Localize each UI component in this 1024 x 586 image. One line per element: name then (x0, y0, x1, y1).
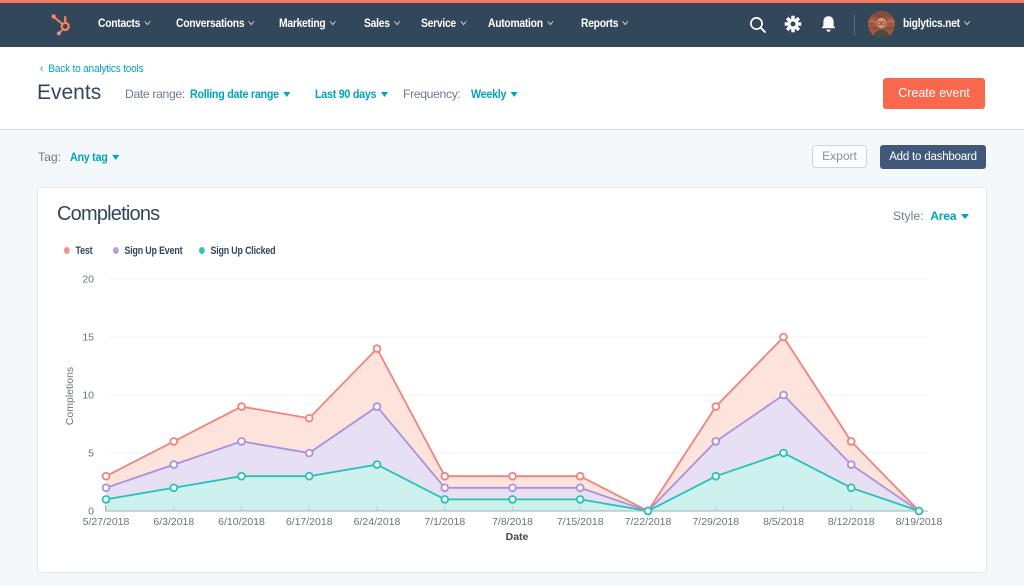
svg-text:8/5/2018: 8/5/2018 (763, 516, 804, 528)
svg-text:5: 5 (88, 448, 94, 460)
svg-text:7/29/2018: 7/29/2018 (692, 516, 739, 528)
svg-text:7/1/2018: 7/1/2018 (424, 516, 465, 528)
svg-text:8/12/2018: 8/12/2018 (828, 516, 875, 528)
svg-text:7/15/2018: 7/15/2018 (557, 516, 604, 528)
svg-text:7/22/2018: 7/22/2018 (625, 516, 672, 528)
svg-text:15: 15 (82, 332, 94, 344)
svg-text:5/27/2018: 5/27/2018 (83, 516, 130, 528)
svg-text:8/19/2018: 8/19/2018 (896, 516, 943, 528)
svg-text:Completions: Completions (64, 367, 76, 425)
svg-text:20: 20 (82, 274, 94, 286)
svg-text:6/3/2018: 6/3/2018 (153, 516, 194, 528)
svg-text:Date: Date (506, 531, 529, 543)
svg-text:10: 10 (82, 390, 94, 402)
svg-text:6/10/2018: 6/10/2018 (218, 516, 265, 528)
svg-text:7/8/2018: 7/8/2018 (492, 516, 533, 528)
svg-text:6/17/2018: 6/17/2018 (286, 516, 333, 528)
svg-text:6/24/2018: 6/24/2018 (354, 516, 401, 528)
